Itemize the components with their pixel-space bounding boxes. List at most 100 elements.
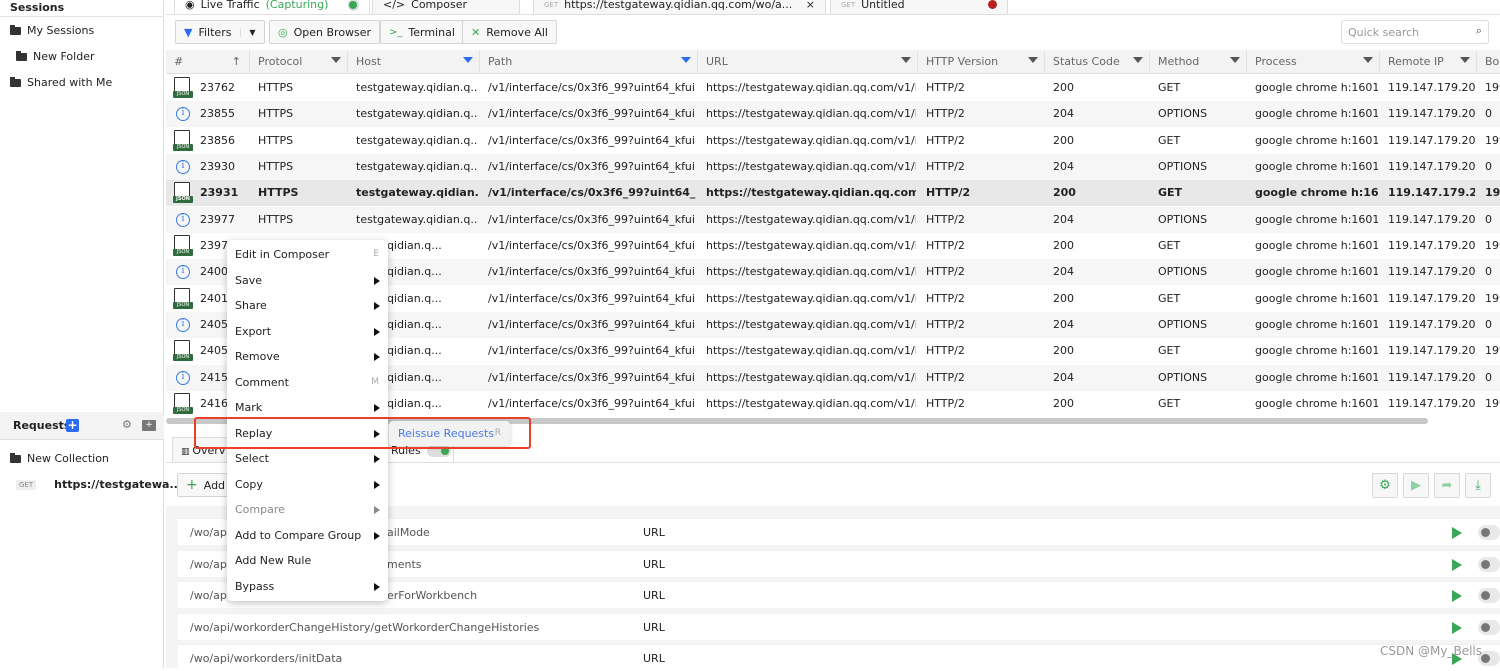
sidebar-item-new-folder[interactable]: New Folder xyxy=(16,50,94,63)
filter-icon[interactable] xyxy=(1363,57,1373,63)
requests-title: Requests xyxy=(13,419,71,432)
sidebar-item-shared[interactable]: Shared with Me xyxy=(10,76,112,89)
rule-toggle[interactable] xyxy=(1478,525,1500,540)
menu-item-export[interactable]: Export xyxy=(227,319,388,344)
filter-icon[interactable] xyxy=(1028,57,1038,63)
close-icon[interactable]: × xyxy=(806,0,815,11)
play-icon[interactable] xyxy=(1452,558,1462,571)
rule-toggle[interactable] xyxy=(1478,619,1500,635)
filter-icon[interactable] xyxy=(1460,57,1470,63)
column-header[interactable]: Process xyxy=(1247,50,1380,74)
add-request-icon[interactable]: + xyxy=(66,419,79,432)
menu-item-share[interactable]: Share xyxy=(227,293,388,318)
rule-toggle[interactable] xyxy=(1478,556,1500,572)
column-header[interactable]: Bo xyxy=(1477,50,1500,74)
filter-icon[interactable] xyxy=(331,57,341,63)
share-button[interactable]: ➦ xyxy=(1434,473,1460,498)
menu-item-save[interactable]: Save xyxy=(227,268,388,293)
column-header[interactable]: Remote IP xyxy=(1380,50,1477,74)
cell-body: 0 xyxy=(1485,212,1492,226)
cell-body: 199 xyxy=(1485,133,1500,147)
play-icon[interactable] xyxy=(1452,590,1462,602)
menu-item-add-new-rule[interactable]: Add New Rule xyxy=(227,548,388,573)
cell-url: https://testgateway.qidian.qq.com/v1/i..… xyxy=(706,396,916,410)
label: Mark xyxy=(235,401,263,414)
play-icon[interactable] xyxy=(1452,527,1462,539)
column-header[interactable]: Protocol xyxy=(250,50,348,74)
open-browser-button[interactable]: ◎ Open Browser xyxy=(269,20,381,44)
cell-ver: HTTP/2 xyxy=(926,159,965,173)
filter-icon[interactable] xyxy=(463,57,473,63)
sort-up-icon[interactable]: ↑ xyxy=(232,50,241,74)
menu-item-compare[interactable]: Compare xyxy=(227,497,388,522)
tab-live-traffic[interactable]: ◉ Live Traffic (Capturing) xyxy=(174,0,370,14)
filter-icon: ▼ xyxy=(184,25,193,39)
method: GET xyxy=(841,0,856,9)
label: Comment xyxy=(235,375,289,389)
play-icon[interactable] xyxy=(1452,621,1462,634)
submenu-arrow-icon xyxy=(374,404,380,412)
label: Select xyxy=(235,452,269,465)
menu-item-select[interactable]: Select xyxy=(227,446,388,471)
menu-item-copy[interactable]: Copy xyxy=(227,472,388,497)
capture-toggle[interactable] xyxy=(348,0,359,11)
table-row[interactable]: JSON 23931 HTTPS testgateway.qidian.q... /v1… xyxy=(166,180,1500,207)
cell-process: google chrome h:1601 xyxy=(1255,186,1378,200)
cell-process: google chrome h:1601 xyxy=(1255,344,1378,358)
terminal-button[interactable]: >_ Terminal xyxy=(380,20,464,44)
cell-method: GET xyxy=(1158,81,1181,94)
label: Save xyxy=(235,273,263,287)
label: New Folder xyxy=(33,50,95,63)
team-rules-button[interactable]: ⚙ xyxy=(1372,473,1398,498)
column-header[interactable]: Status Code xyxy=(1045,50,1150,74)
search-icon[interactable]: ⌕ xyxy=(1476,24,1482,38)
menu-item-bypass[interactable]: Bypass xyxy=(227,574,388,599)
submenu-arrow-icon xyxy=(374,480,380,489)
column-header[interactable]: Path xyxy=(480,50,698,74)
filter-icon[interactable] xyxy=(681,57,691,63)
rule-row[interactable]: /wo/api/workorderChangeHistory/getWorkor… xyxy=(178,612,1500,640)
chevron-down-icon[interactable]: ▼ xyxy=(240,27,264,37)
cell-method: GET xyxy=(1158,291,1181,305)
table-row[interactable]: i 23855 HTTPS testgateway.qidian.q... /v1/in… xyxy=(166,101,1500,128)
quick-search-input[interactable]: Quick search ⌕ xyxy=(1341,20,1489,44)
remove-all-button[interactable]: ✕ Remove All xyxy=(462,20,557,44)
filters-button[interactable]: ▼ Filters ▼ xyxy=(175,20,265,44)
cell-status: 200 xyxy=(1053,344,1074,358)
column-header[interactable]: URL xyxy=(698,50,918,74)
column-header[interactable]: Method xyxy=(1150,50,1247,74)
rule-row[interactable]: /wo/api/workorders/initData URL xyxy=(178,644,1500,671)
cell-url: https://testgateway.qidian.qq.com/v1/i..… xyxy=(706,265,916,279)
filter-icon[interactable] xyxy=(1133,57,1143,63)
menu-item-comment[interactable]: Comment M xyxy=(227,370,388,395)
cell-host: testgateway.qidian.q... xyxy=(356,107,478,121)
sidebar-item-my-sessions[interactable]: My Sessions xyxy=(10,24,94,37)
table-row[interactable]: i 23930 HTTPS testgateway.qidian.q... /v1/in… xyxy=(166,153,1500,180)
menu-item-remove[interactable]: Remove xyxy=(227,344,388,369)
tab-untitled[interactable]: GET Untitled xyxy=(830,0,1008,14)
cell-ver: HTTP/2 xyxy=(926,370,965,384)
cell-body: 0 xyxy=(1485,107,1492,121)
collection-item[interactable]: New Collection xyxy=(10,452,109,465)
team-icon[interactable]: ⚙ xyxy=(122,418,132,431)
filter-icon[interactable] xyxy=(901,57,911,63)
menu-item-edit-in-composer[interactable]: Edit in Composer E xyxy=(227,242,388,267)
filter-icon[interactable] xyxy=(1230,57,1240,63)
tab-request[interactable]: GET https://testgateway.qidian.qq.com/wo/… xyxy=(533,0,826,14)
cell-id: 23930 xyxy=(200,159,235,173)
table-row[interactable]: i 23977 HTTPS testgateway.qidian.q... /v1/in… xyxy=(166,206,1500,233)
table-row[interactable]: JSON 23762 HTTPS testgateway.qidian.q... /v1… xyxy=(166,75,1500,101)
table-row[interactable]: JSON 23856 HTTPS testgateway.qidian.q... /v1… xyxy=(166,128,1500,154)
request-item[interactable]: GET https://testgatewa... xyxy=(16,478,182,491)
column-header[interactable]: Host xyxy=(348,50,480,74)
column-header[interactable]: HTTP Version xyxy=(918,50,1045,74)
cell-method: GET xyxy=(1158,344,1181,358)
column-header[interactable]: # ↑ xyxy=(166,50,250,74)
new-folder-icon[interactable]: + xyxy=(142,420,156,431)
tab-composer[interactable]: </> Composer xyxy=(372,0,520,14)
rule-toggle[interactable] xyxy=(1478,588,1500,603)
menu-item-add-to-compare-group[interactable]: Add to Compare Group xyxy=(227,523,388,548)
download-button[interactable]: ⤓ xyxy=(1465,473,1491,498)
play-button[interactable]: ▶ xyxy=(1403,473,1429,498)
info-icon: i xyxy=(176,107,190,122)
